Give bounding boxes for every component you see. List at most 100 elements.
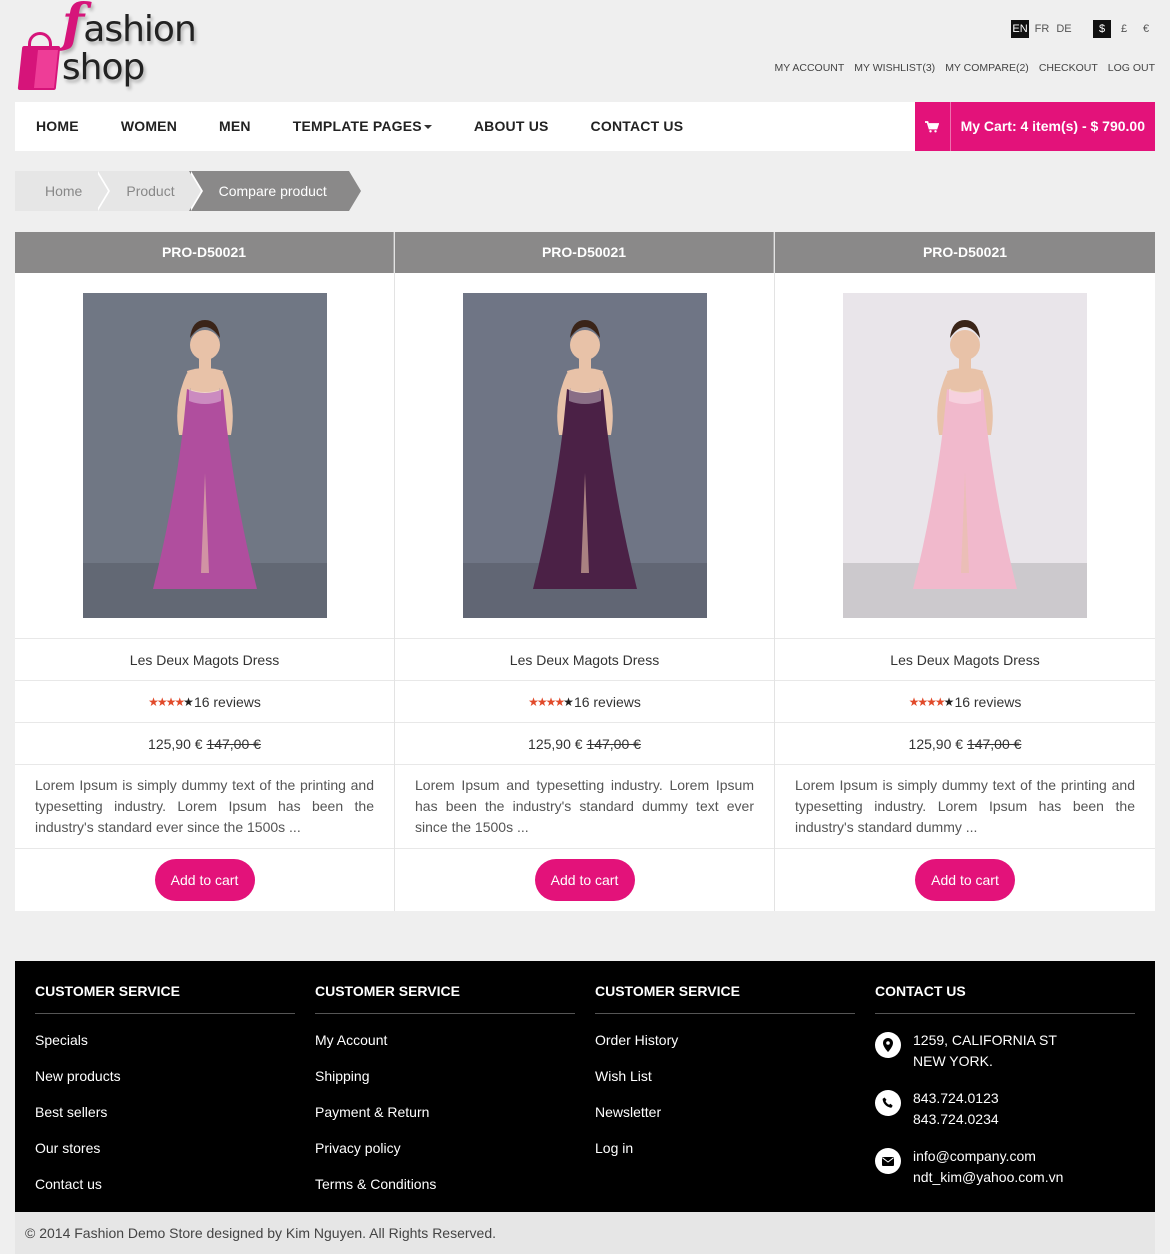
footer-link-best-sellers[interactable]: Best sellers xyxy=(35,1102,295,1138)
compare-column: PRO-D50021 Les Deux Magots Dress ★★★★★ 1… xyxy=(395,232,775,911)
footer-column: CUSTOMER SERVICE My Account Shipping Pay… xyxy=(315,961,575,1212)
logo[interactable]: fashion shop xyxy=(17,0,278,92)
nav-template-pages-label: TEMPLATE PAGES xyxy=(292,118,422,134)
old-price: 147,00 € xyxy=(206,736,261,752)
add-to-cart-button[interactable]: Add to cart xyxy=(154,859,255,901)
footer: CUSTOMER SERVICE Specials New products B… xyxy=(15,961,1155,1212)
footer-heading: CUSTOMER SERVICE xyxy=(315,961,575,1014)
breadcrumb-current: Compare product xyxy=(188,171,361,211)
cart-summary: My Cart: 4 item(s) - $ 790.00 xyxy=(960,118,1145,134)
caret-down-icon xyxy=(423,125,432,130)
review-count[interactable]: 16 reviews xyxy=(574,694,641,710)
dress-illustration xyxy=(82,293,327,618)
cart-icon xyxy=(915,102,951,151)
product-price: 125,90 € 147,00 € xyxy=(15,723,394,765)
product-price: 125,90 € 147,00 € xyxy=(775,723,1155,765)
checkout-link[interactable]: CHECKOUT xyxy=(1039,62,1098,74)
my-compare-link[interactable]: MY COMPARE(2) xyxy=(945,62,1029,74)
footer-contact: CONTACT US 1259, CALIFORNIA ST NEW YORK. … xyxy=(875,961,1135,1212)
product-code: PRO-D50021 xyxy=(775,232,1155,273)
breadcrumb-home[interactable]: Home xyxy=(15,171,111,211)
language-currency-bar: EN FR DE $ £ € xyxy=(1011,20,1155,38)
footer-link-my-account[interactable]: My Account xyxy=(315,1030,575,1066)
nav-men[interactable]: MEN xyxy=(198,102,272,151)
lang-en[interactable]: EN xyxy=(1011,20,1029,38)
nav-home[interactable]: HOME xyxy=(15,102,100,151)
logo-text: fashion shop xyxy=(61,0,197,88)
lang-fr[interactable]: FR xyxy=(1033,20,1051,38)
product-description: Lorem Ipsum is simply dummy text of the … xyxy=(15,765,394,849)
dress-illustration xyxy=(462,293,707,618)
compare-column: PRO-D50021 Les Deux Magots Dress ★★★★★ 1… xyxy=(775,232,1155,911)
footer-link-newsletter[interactable]: Newsletter xyxy=(595,1102,855,1138)
product-price: 125,90 € 147,00 € xyxy=(395,723,774,765)
old-price: 147,00 € xyxy=(586,736,641,752)
footer-link-log-in[interactable]: Log in xyxy=(595,1138,855,1174)
dress-illustration xyxy=(843,293,1087,618)
my-account-link[interactable]: MY ACCOUNT xyxy=(774,62,844,74)
footer-link-our-stores[interactable]: Our stores xyxy=(35,1138,295,1174)
phone-icon xyxy=(875,1090,901,1116)
email-address[interactable]: ndt_kim@yahoo.com.vn xyxy=(913,1167,1063,1188)
footer-column: CUSTOMER SERVICE Order History Wish List… xyxy=(595,961,855,1212)
nav-template-pages[interactable]: TEMPLATE PAGES xyxy=(272,102,453,151)
product-name[interactable]: Les Deux Magots Dress xyxy=(395,639,774,681)
main-nav: HOME WOMEN MEN TEMPLATE PAGES ABOUT US C… xyxy=(15,102,1155,151)
footer-link-terms[interactable]: Terms & Conditions xyxy=(315,1174,575,1210)
phone-number[interactable]: 843.724.0234 xyxy=(913,1109,999,1130)
footer-link-specials[interactable]: Specials xyxy=(35,1030,295,1066)
currency-usd[interactable]: $ xyxy=(1093,20,1111,38)
old-price: 147,00 € xyxy=(966,736,1022,752)
current-price: 125,90 € xyxy=(908,736,964,752)
footer-link-privacy-policy[interactable]: Privacy policy xyxy=(315,1138,575,1174)
contact-email: info@company.com ndt_kim@yahoo.com.vn xyxy=(875,1146,1135,1188)
footer-link-new-products[interactable]: New products xyxy=(35,1066,295,1102)
envelope-icon xyxy=(875,1148,901,1174)
my-wishlist-link[interactable]: MY WISHLIST(3) xyxy=(854,62,935,74)
contact-phone: 843.724.0123 843.724.0234 xyxy=(875,1088,1135,1130)
footer-heading: CUSTOMER SERVICE xyxy=(35,961,295,1014)
top-links: MY ACCOUNT MY WISHLIST(3) MY COMPARE(2) … xyxy=(774,62,1155,74)
current-price: 125,90 € xyxy=(528,736,583,752)
nav-women[interactable]: WOMEN xyxy=(100,102,198,151)
rating-stars-icon: ★★★★★ xyxy=(148,694,194,709)
currency-eur[interactable]: € xyxy=(1137,20,1155,38)
phone-number[interactable]: 843.724.0123 xyxy=(913,1088,999,1109)
currency-gbp[interactable]: £ xyxy=(1115,20,1133,38)
product-name[interactable]: Les Deux Magots Dress xyxy=(775,639,1155,681)
breadcrumb: Home Product Compare product xyxy=(15,171,361,211)
product-rating: ★★★★★ 16 reviews xyxy=(775,681,1155,723)
footer-heading: CONTACT US xyxy=(875,961,1135,1014)
email-address[interactable]: info@company.com xyxy=(913,1146,1063,1167)
rating-stars-icon: ★★★★★ xyxy=(528,694,574,709)
review-count[interactable]: 16 reviews xyxy=(194,694,261,710)
footer-link-payment-return[interactable]: Payment & Return xyxy=(315,1102,575,1138)
product-rating: ★★★★★ 16 reviews xyxy=(395,681,774,723)
footer-link-wish-list[interactable]: Wish List xyxy=(595,1066,855,1102)
review-count[interactable]: 16 reviews xyxy=(954,694,1021,710)
product-code: PRO-D50021 xyxy=(15,232,394,273)
product-image[interactable] xyxy=(843,293,1087,618)
footer-link-order-history[interactable]: Order History xyxy=(595,1030,855,1066)
copyright: © 2014 Fashion Demo Store designed by Ki… xyxy=(15,1212,1155,1254)
add-to-cart-button[interactable]: Add to cart xyxy=(534,859,635,901)
address-line: 1259, CALIFORNIA ST xyxy=(913,1032,1057,1048)
nav-contact-us[interactable]: CONTACT US xyxy=(570,102,705,151)
nav-about-us[interactable]: ABOUT US xyxy=(453,102,570,151)
product-name[interactable]: Les Deux Magots Dress xyxy=(15,639,394,681)
lang-de[interactable]: DE xyxy=(1055,20,1073,38)
product-image[interactable] xyxy=(82,293,327,618)
current-price: 125,90 € xyxy=(148,736,203,752)
add-to-cart-button[interactable]: Add to cart xyxy=(915,859,1015,901)
product-code: PRO-D50021 xyxy=(395,232,774,273)
cart-button[interactable]: My Cart: 4 item(s) - $ 790.00 xyxy=(914,102,1155,151)
footer-link-shipping[interactable]: Shipping xyxy=(315,1066,575,1102)
shopping-bag-icon xyxy=(17,30,61,92)
footer-column: CUSTOMER SERVICE Specials New products B… xyxy=(35,961,295,1212)
product-description: Lorem Ipsum and typesetting industry. Lo… xyxy=(395,765,774,849)
product-rating: ★★★★★ 16 reviews xyxy=(15,681,394,723)
footer-heading: CUSTOMER SERVICE xyxy=(595,961,855,1014)
product-image[interactable] xyxy=(462,293,707,618)
logout-link[interactable]: LOG OUT xyxy=(1108,62,1155,74)
footer-link-contact-us[interactable]: Contact us xyxy=(35,1174,295,1210)
